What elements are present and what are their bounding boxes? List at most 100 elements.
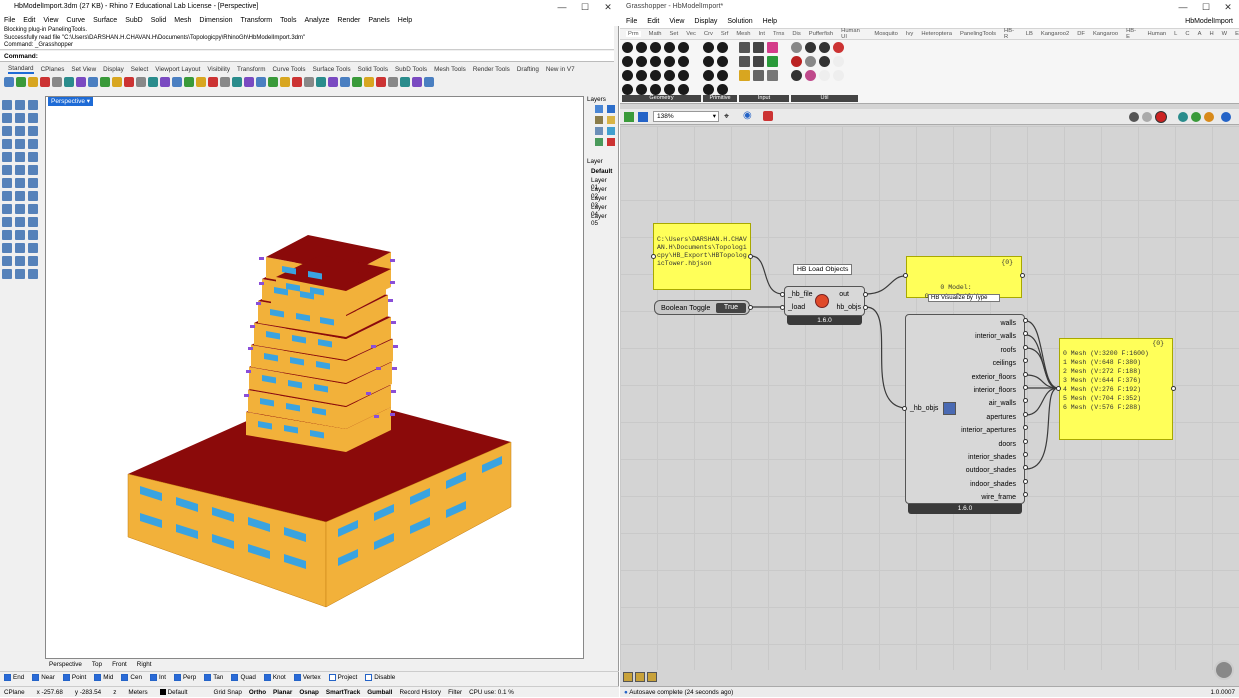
navigation-compass-icon[interactable] [1214,660,1234,680]
preview-selected-icon[interactable] [1178,112,1188,122]
output-wire-frame[interactable]: wire_frame [952,491,1024,504]
osnap-tan[interactable]: Tan [204,673,223,681]
sidebar-tool-icon[interactable] [15,100,25,110]
gh-tab-l[interactable]: L [1174,31,1177,37]
hbobjs-port[interactable] [863,305,868,310]
gh-tab-ivy[interactable]: Ivy [906,31,913,37]
osnap-checkbox[interactable] [62,673,70,681]
menu-transform[interactable]: Transform [241,17,273,24]
gh-tab-mosquito[interactable]: Mosquito [874,31,898,37]
output-port[interactable] [1023,411,1028,417]
gh-tab-hb-e[interactable]: HB-E [1126,28,1139,40]
output-doors[interactable]: doors [952,438,1024,451]
sidebar-tool-icon[interactable] [28,217,38,227]
zoom-select[interactable]: 138% ▾ [653,111,719,122]
status-ortho[interactable]: Ortho [249,689,266,696]
toolbar-tool-icon[interactable] [148,77,158,87]
toolbar-tool-icon[interactable] [124,77,134,87]
layer-item[interactable]: Layer 05 [591,213,615,227]
toolbar-tool-icon[interactable] [184,77,194,87]
osnap-checkbox[interactable] [231,673,239,681]
osnap-checkbox[interactable] [293,673,301,681]
sidebar-tool-icon[interactable] [28,191,38,201]
mesh-panel-input[interactable] [1056,386,1061,391]
tab-transform[interactable]: Transform [237,66,265,73]
save-file-icon[interactable] [638,112,648,122]
gh-close-button[interactable]: ✕ [1217,0,1239,14]
toolbar-tool-icon[interactable] [28,77,38,87]
preview-off-icon[interactable] [1129,112,1139,122]
sketch-pen-icon[interactable] [763,111,773,121]
output-interior-apertures[interactable]: interior_apertures [952,424,1024,437]
sidebar-tool-icon[interactable] [15,178,25,188]
gh-tab-int[interactable]: Int [759,31,765,37]
toolbar-tool-icon[interactable] [100,77,110,87]
gh-menu-file[interactable]: File [626,18,637,25]
toolbar-tool-icon[interactable] [256,77,266,87]
osnap-checkbox[interactable] [263,673,271,681]
status-osnap[interactable]: Osnap [299,689,319,696]
tab-cplanes[interactable]: CPlanes [41,66,65,73]
gh-tab-prm[interactable]: Prm [626,31,641,37]
sidebar-tool-icon[interactable] [2,269,12,279]
command-prompt[interactable]: Command: [0,51,614,62]
gh-tab-lb[interactable]: LB [1026,31,1033,37]
minimize-button[interactable]: — [551,0,573,14]
output-ceilings[interactable]: ceilings [952,357,1024,370]
osnap-knot[interactable]: Knot [263,673,286,681]
toolbar-tool-icon[interactable] [4,77,14,87]
gh-tab-srf[interactable]: Srf [721,31,728,37]
toolbar-tool-icon[interactable] [52,77,62,87]
gh-tab-kangaroo2[interactable]: Kangaroo2 [1041,31,1069,37]
gh-tab-set[interactable]: Set [670,31,679,37]
maximize-button[interactable]: ☐ [574,0,596,14]
model-panel[interactable]: {0} 0 Model: Generic_Building [906,256,1022,300]
tab-visibility[interactable]: Visibility [207,66,230,73]
sidebar-tool-icon[interactable] [28,165,38,175]
layer-item[interactable]: Layer 03 [591,195,615,209]
viewport-tab-top[interactable]: Top [92,661,102,668]
gh-tab-c[interactable]: C [1185,31,1189,37]
osnap-mid[interactable]: Mid [94,673,113,681]
toolbar-tool-icon[interactable] [424,77,434,87]
output-walls[interactable]: walls [952,317,1024,330]
model-panel-output[interactable] [1020,273,1025,278]
osnap-checkbox[interactable] [94,673,102,681]
hb-visualize-by-type-component[interactable]: _hb_objs walls interior_walls roofs ceiling… [905,314,1025,504]
toolbar-tool-icon[interactable] [340,77,350,87]
sidebar-tool-icon[interactable] [2,243,12,253]
file-path-panel[interactable]: C:\Users\DARSHAN.H.CHAVAN.H\Documents\To… [653,223,751,290]
status-cpu-use-[interactable]: CPU use: 0.1 % [469,689,514,696]
open-file-icon[interactable] [624,112,634,122]
tab-new-in-v7[interactable]: New in V7 [546,66,575,73]
toolbar-tool-icon[interactable] [40,77,50,87]
menu-help[interactable]: Help [398,17,412,24]
close-button[interactable]: ✕ [597,0,619,14]
sidebar-tool-icon[interactable] [28,243,38,253]
output-port[interactable] [1023,371,1028,377]
menu-panels[interactable]: Panels [368,17,389,24]
menu-curve[interactable]: Curve [66,17,85,24]
tab-solid-tools[interactable]: Solid Tools [358,66,388,73]
gh-minimize-button[interactable]: — [1172,0,1194,14]
menu-subd[interactable]: SubD [125,17,143,24]
menu-dimension[interactable]: Dimension [199,17,232,24]
sidebar-tool-icon[interactable] [2,113,12,123]
gh-menu-view[interactable]: View [669,18,684,25]
toolbar-tool-icon[interactable] [268,77,278,87]
tab-curve-tools[interactable]: Curve Tools [272,66,305,73]
gh-menu-help[interactable]: Help [763,18,777,25]
output-port[interactable] [1023,438,1028,444]
gh-tab-df[interactable]: DF [1077,31,1085,37]
sidebar-tool-icon[interactable] [15,126,25,136]
osnap-checkbox[interactable] [173,673,181,681]
osnap-checkbox[interactable] [4,673,11,681]
toolbar-tool-icon[interactable] [244,77,254,87]
preview-quality-icon[interactable] [1204,112,1214,122]
tab-subd-tools[interactable]: SubD Tools [395,66,427,73]
viewport-tab-right[interactable]: Right [137,661,152,668]
toolbar-tool-icon[interactable] [76,77,86,87]
viewport-tab-perspective[interactable]: Perspective [49,661,82,668]
gh-menu-edit[interactable]: Edit [647,18,659,25]
toolbar-tool-icon[interactable] [388,77,398,87]
